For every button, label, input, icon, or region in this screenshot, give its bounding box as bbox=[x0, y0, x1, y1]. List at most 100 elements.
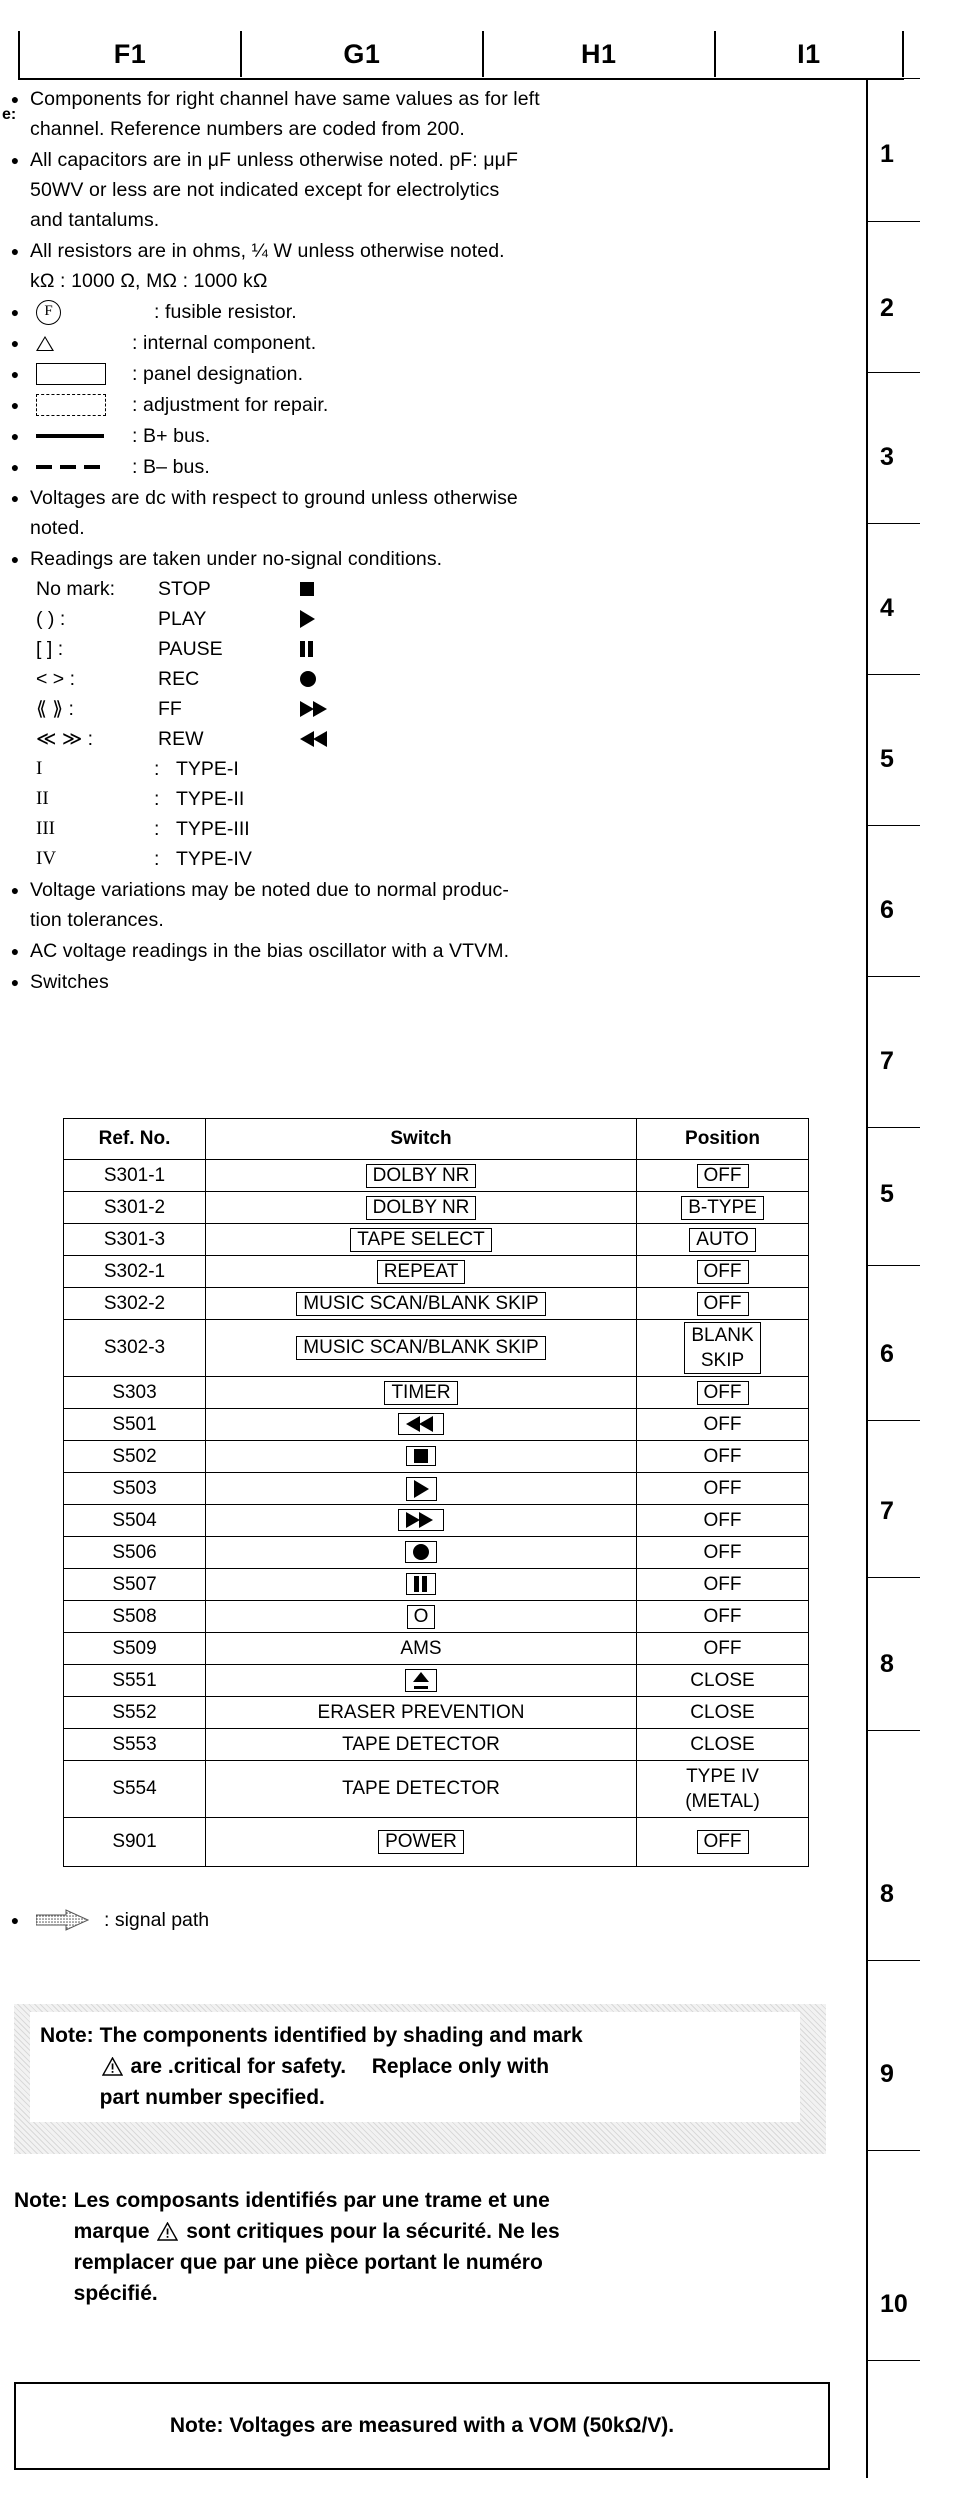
position-box: OFF bbox=[696, 1163, 749, 1188]
bullet-marker: ● bbox=[10, 943, 20, 959]
internal-component-icon bbox=[36, 335, 54, 351]
cell-position: OFF bbox=[636, 1600, 809, 1633]
mode-marker: No mark: bbox=[36, 578, 116, 600]
cell-ref: S506 bbox=[63, 1536, 206, 1569]
cell-switch bbox=[205, 1408, 637, 1441]
mode-marker-text: [ ] bbox=[36, 638, 53, 660]
cell-position: OFF bbox=[636, 1472, 809, 1505]
vom-note-text: Note: Voltages are measured with a VOM (… bbox=[169, 2414, 675, 2437]
pause-icon bbox=[286, 641, 314, 657]
cell-position: OFF bbox=[636, 1568, 809, 1601]
note-ac-voltage: ● AC voltage readings in the bias oscill… bbox=[0, 936, 860, 966]
note-text: Components for right channel have same v… bbox=[30, 88, 540, 110]
cell-ref: S501 bbox=[63, 1408, 206, 1441]
bullet-marker: ● bbox=[10, 882, 20, 898]
table-row: S507 OFF bbox=[63, 1568, 809, 1601]
eject-icon bbox=[405, 1669, 437, 1692]
grid-row-10: 10 bbox=[880, 2290, 908, 2318]
bullet-marker: ● bbox=[10, 428, 20, 444]
grid-row-2: 2 bbox=[880, 294, 894, 322]
bplus-line-icon bbox=[30, 434, 132, 438]
bullet-marker: ● bbox=[10, 304, 20, 320]
cell-ref: S502 bbox=[63, 1440, 206, 1473]
note-text: : internal component. bbox=[132, 332, 317, 354]
note-panel-designation: ● : panel designation. bbox=[0, 359, 860, 389]
mode-marker-text: ≪ ≫ bbox=[36, 728, 83, 750]
cell-ref: S504 bbox=[63, 1504, 206, 1537]
type-name: TYPE-I bbox=[176, 758, 239, 780]
cell-switch: MUSIC SCAN/BLANK SKIP bbox=[205, 1319, 637, 1377]
stop-icon bbox=[406, 1446, 436, 1467]
table-row: S502 OFF bbox=[63, 1440, 809, 1473]
table-row: S553 TAPE DETECTOR CLOSE bbox=[63, 1728, 809, 1761]
note-line-4: spécifié. bbox=[73, 2282, 158, 2305]
type-name: TYPE-II bbox=[176, 788, 245, 810]
table-row: S301-3 TAPE SELECT AUTO bbox=[63, 1223, 809, 1256]
play-icon bbox=[405, 1476, 437, 1501]
grid-row-9: 9 bbox=[880, 2060, 894, 2088]
cell-position: CLOSE bbox=[636, 1664, 809, 1697]
mode-marker-sep: : bbox=[69, 668, 76, 690]
type-sep: : bbox=[154, 818, 160, 840]
position-line-1: BLANK bbox=[691, 1325, 754, 1346]
mode-name: REW bbox=[158, 728, 204, 750]
table-row: S301-1 DOLBY NR OFF bbox=[63, 1159, 809, 1192]
grid-row-7: 7 bbox=[880, 1047, 894, 1075]
table-row: S504 OFF bbox=[63, 1504, 809, 1537]
cell-position: CLOSE bbox=[636, 1728, 809, 1761]
cell-switch: MUSIC SCAN/BLANK SKIP bbox=[205, 1287, 637, 1320]
table-row: S901 POWER OFF bbox=[63, 1817, 809, 1867]
note-line-3: part number specified. bbox=[99, 2086, 325, 2109]
grid-row-7b: 7 bbox=[880, 1497, 894, 1525]
cell-ref: S553 bbox=[63, 1728, 206, 1761]
grid-row-tick bbox=[866, 1420, 920, 1421]
signal-path-icon bbox=[36, 1909, 90, 1931]
note-key: Note: bbox=[14, 2189, 68, 2212]
type-row-1: I : TYPE-I bbox=[30, 754, 442, 784]
service-manual-page: F1 G1 H1 I1 1 2 3 4 5 6 7 5 6 7 8 8 9 10… bbox=[0, 0, 954, 2519]
grid-column-h1: H1 bbox=[481, 31, 714, 77]
position-line-2: (METAL) bbox=[685, 1791, 760, 1812]
column-header-switch: Switch bbox=[205, 1118, 637, 1160]
cell-position: BLANK SKIP bbox=[636, 1319, 809, 1377]
warning-triangle-icon bbox=[101, 2057, 123, 2076]
mode-marker: ≪ ≫ : bbox=[30, 724, 158, 754]
grid-row-tick bbox=[866, 674, 920, 675]
safety-note-english-body: Note: The components identified by shadi… bbox=[30, 2012, 800, 2122]
mode-marker-text: ( ) bbox=[36, 608, 55, 630]
mode-row-rec: < > : REC bbox=[30, 664, 442, 694]
grid-row-3: 3 bbox=[880, 443, 894, 471]
rewind-icon bbox=[398, 1413, 444, 1436]
type-marker: II bbox=[36, 788, 49, 809]
panel-box-icon bbox=[30, 363, 132, 385]
safety-note-french: Note: Les composants identifiés par une … bbox=[14, 2185, 826, 2309]
note-bminus-bus: ● : B– bus. bbox=[0, 452, 860, 482]
grid-row-tick bbox=[866, 523, 920, 524]
note-body: Note: Les composants identifiés par une … bbox=[14, 2185, 826, 2309]
panel-designation-box: DOLBY NR bbox=[365, 1195, 477, 1220]
grid-row-tick bbox=[866, 2360, 920, 2361]
bullet-marker: ● bbox=[10, 152, 20, 168]
cell-switch bbox=[205, 1664, 637, 1697]
bullet-marker: ● bbox=[10, 1912, 20, 1928]
position-box: OFF bbox=[696, 1830, 749, 1854]
mode-marker: ⟪ ⟫ : bbox=[30, 694, 158, 724]
grid-row-tick bbox=[866, 1265, 920, 1266]
note-key: Note: bbox=[40, 2024, 94, 2047]
pause-icon bbox=[406, 1573, 436, 1596]
mode-name: FF bbox=[158, 698, 182, 720]
cell-ref: S551 bbox=[63, 1664, 206, 1697]
mode-marker: < > : bbox=[30, 664, 158, 694]
note-line-1: Les composants identifiés par une trame … bbox=[73, 2189, 550, 2212]
column-header-position: Position bbox=[636, 1118, 809, 1160]
mode-row-ff: ⟪ ⟫ : FF bbox=[30, 694, 442, 724]
cell-position: OFF bbox=[636, 1376, 809, 1409]
cell-position: AUTO bbox=[636, 1223, 809, 1256]
type-marker: IV bbox=[36, 848, 57, 869]
cell-ref: S302-1 bbox=[63, 1255, 206, 1288]
note-text: : panel designation. bbox=[132, 363, 304, 385]
cell-position: OFF bbox=[636, 1159, 809, 1192]
mode-row-play: ( ) : PLAY bbox=[30, 604, 442, 634]
grid-row-5: 5 bbox=[880, 745, 894, 773]
dashed-box-icon bbox=[36, 394, 106, 416]
